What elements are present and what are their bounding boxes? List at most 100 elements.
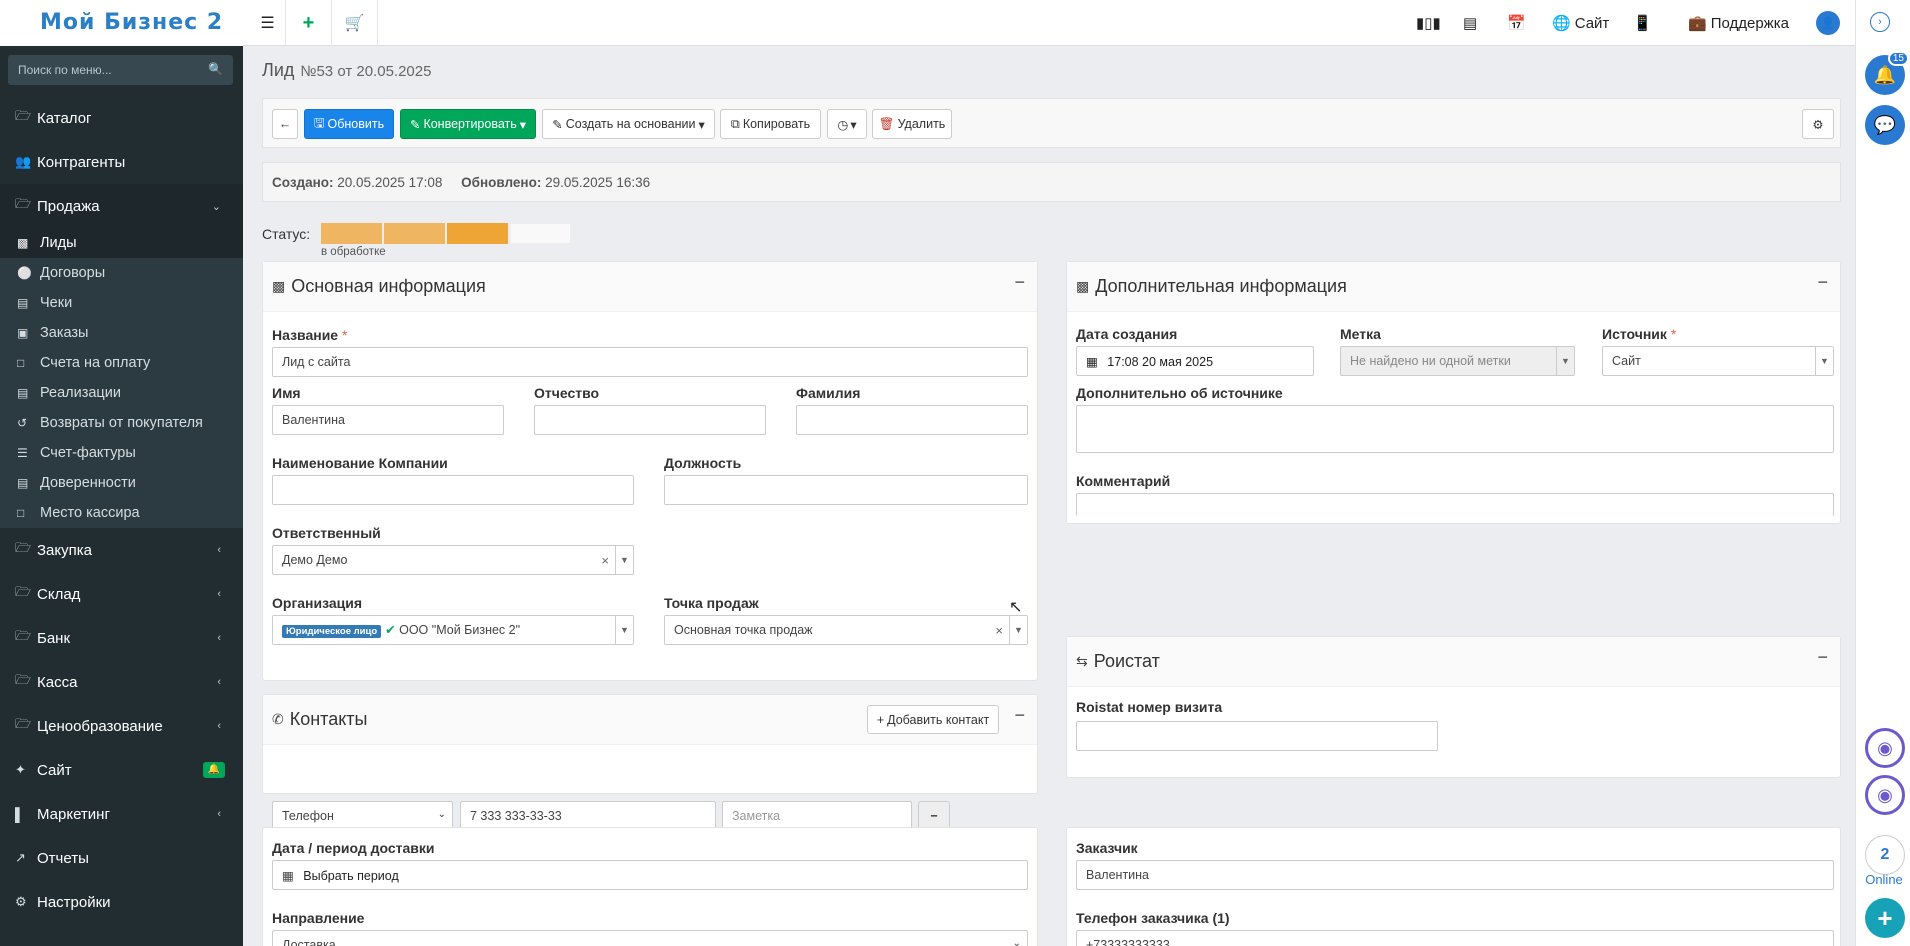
name-field[interactable]: Лид с сайта [272,347,1028,377]
chevron-right-icon[interactable]: › [1870,12,1890,32]
add-contact-button[interactable]: + Добавить контакт [867,705,999,734]
online-count[interactable]: 2 [1865,835,1905,875]
created-date-label: Дата создания [1076,326,1178,342]
line-chart-icon: ↗ [15,850,26,865]
delivery-period-field[interactable]: ▦ Выбрать период [272,860,1028,890]
add-circle-icon[interactable]: + [1865,898,1905,938]
site-link[interactable]: 🌐 Сайт [1552,0,1609,46]
sidebar-subitem-invoices[interactable]: □ Счета на оплату [0,348,243,378]
panel-title: Контакты [289,709,368,729]
organization-value: ООО "Мой Бизнес 2" [399,623,521,637]
barcode-icon[interactable]: ▮▯▮ [1416,0,1441,46]
first-name-field[interactable]: Валентина [272,405,504,435]
chat-icon[interactable]: 💬 [1865,105,1905,145]
company-field[interactable] [272,475,634,505]
status-step-3[interactable] [447,223,508,244]
customer-field[interactable]: Валентина [1076,860,1834,890]
sidebar-item-cash[interactable]: 🗁 Касса ‹ [0,660,243,704]
chevron-left-icon: ‹ [217,808,221,820]
folder-icon: 🗁 [15,196,32,211]
back-button[interactable]: ← [272,109,298,139]
sidebar-search-input[interactable]: Поиск по меню... 🔍 [8,55,233,85]
status-step-2[interactable] [384,223,445,244]
middle-name-field[interactable] [534,405,766,435]
chevron-left-icon: ‹ [217,676,221,688]
chevron-down-icon: ⌄ [1012,938,1021,946]
tag-select[interactable]: Не найдено ни одной метки ▼ [1340,346,1575,376]
clear-icon[interactable]: × [995,623,1003,638]
plus-icon[interactable]: + [286,0,332,46]
roistat-visit-field[interactable] [1076,721,1438,751]
assistant-avatar-2[interactable]: ◉ [1865,775,1905,815]
convert-button[interactable]: ✎ Конвертировать ▾ [400,109,536,139]
created-date-field[interactable]: ▦ 17:08 20 мая 2025 [1076,346,1314,376]
calendar-icon[interactable]: 📅 [1507,0,1526,46]
tag-label: Метка [1340,326,1381,342]
create-based-button[interactable]: ✎ Создать на основании ▾ [542,109,715,139]
settings-button[interactable]: ⚙ [1802,109,1834,139]
chevron-down-icon: ⌄ [211,200,221,213]
sidebar-item-reports[interactable]: ↗ Отчеты [0,836,243,880]
delete-button[interactable]: 🗑 Удалить [872,109,952,139]
bell-icon[interactable]: 🔔 15 [1865,51,1909,95]
sidebar-item-bank[interactable]: 🗁 Банк ‹ [0,616,243,660]
collapse-icon[interactable]: − [1817,647,1828,668]
status-step-1[interactable] [321,223,382,244]
sidebar-item-contractors[interactable]: 👥 Контрагенты [0,140,243,184]
sidebar-subitem-contracts[interactable]: ⚪ Договоры [0,258,243,288]
sidebar-subitem-returns[interactable]: ↺ Возвраты от покупателя [0,408,243,438]
sidebar-subitem-cashier[interactable]: □ Место кассира [0,498,243,528]
update-button[interactable]: 🖫 Обновить [304,109,394,139]
minus-icon: − [930,809,938,823]
sidebar-subitem-receipts[interactable]: ▤ Чеки [0,288,243,318]
sidebar-subitem-realizations[interactable]: ▤ Реализации [0,378,243,408]
server-icon[interactable]: ▤ [1463,0,1477,46]
comment-textarea[interactable] [1076,493,1834,516]
cart-icon[interactable]: 🛒 [332,0,378,46]
sales-point-select[interactable]: Основная точка продаж × ▼ [664,615,1028,645]
sidebar-item-catalog[interactable]: 🗁 Каталог [0,96,243,140]
user-avatar[interactable]: 👤 [1816,11,1840,35]
status-step-4[interactable] [510,223,571,244]
collapse-icon[interactable]: − [1817,272,1828,293]
clear-icon[interactable]: × [601,553,609,568]
search-icon[interactable]: 🔍 [208,62,223,76]
app-icon[interactable]: 📱 [1633,0,1652,46]
hamburger-icon[interactable]: ☰ [250,0,286,46]
sidebar-subitem-orders[interactable]: ▣ Заказы [0,318,243,348]
organization-select[interactable]: Юридическое лицо ✔ ООО "Мой Бизнес 2" ▼ [272,615,634,645]
caret-down-icon: ▼ [1815,347,1833,375]
sidebar-item-site[interactable]: ✦ Сайт 🔔 [0,748,243,792]
contacts-header: ✆ Контакты + Добавить контакт − [263,695,1037,745]
submenu-label: Реализации [40,385,121,401]
source-label: Источник * [1602,326,1677,342]
collapse-icon[interactable]: − [1014,705,1025,726]
retweet-icon: ⇆ [1076,653,1088,669]
customer-panel: Заказчик Валентина Телефон заказчика (1)… [1066,827,1841,946]
chevron-down-icon: ⌄ [437,809,446,820]
support-link[interactable]: 💼 Поддержка [1688,0,1789,46]
trash-icon: 🗑 [878,116,895,131]
copy-button[interactable]: ⧉ Копировать [720,109,821,139]
collapse-icon[interactable]: − [1014,272,1025,293]
history-button[interactable]: ◷ ▾ [827,109,867,139]
position-field[interactable] [664,475,1028,505]
sidebar-subitem-tax-invoices[interactable]: ☰ Счет-фактуры [0,438,243,468]
responsible-select[interactable]: Демо Демо × ▼ [272,545,634,575]
direction-select[interactable]: Доставка ⌄ [272,930,1028,946]
sidebar-item-warehouse[interactable]: 🗁 Склад ‹ [0,572,243,616]
updated-label: Обновлено: [461,175,542,190]
sidebar-item-sales[interactable]: 🗁 Продажа ⌄ [0,184,243,228]
customer-phone-field[interactable]: +73333333333 [1076,930,1834,946]
sidebar-item-pricing[interactable]: 🗁 Ценообразование ‹ [0,704,243,748]
source-select[interactable]: Сайт ▼ [1602,346,1834,376]
sidebar-subitem-leads[interactable]: ▩ Лиды [0,228,243,258]
sidebar-item-purchase[interactable]: 🗁 Закупка ‹ [0,528,243,572]
sidebar-item-settings[interactable]: ⚙ Настройки [0,880,243,924]
sidebar-subitem-proxies[interactable]: ▤ Доверенности [0,468,243,498]
logo[interactable]: Мой Бизнес 2 [0,0,243,46]
sidebar-item-marketing[interactable]: ▌ Маркетинг ‹ [0,792,243,836]
last-name-field[interactable] [796,405,1028,435]
source-more-textarea[interactable] [1076,405,1834,453]
assistant-avatar-1[interactable]: ◉ [1865,728,1905,768]
